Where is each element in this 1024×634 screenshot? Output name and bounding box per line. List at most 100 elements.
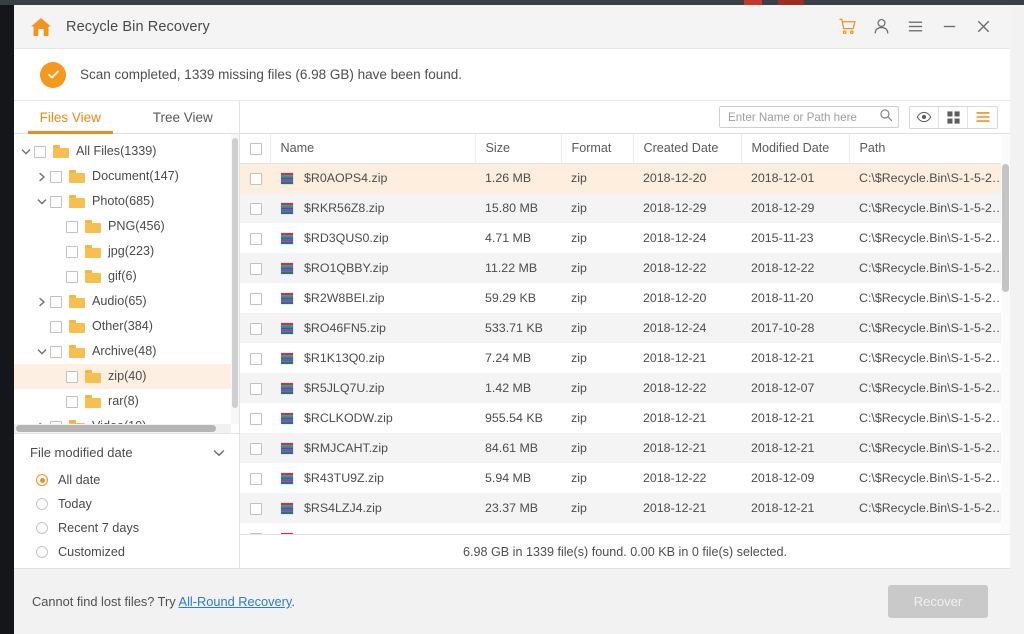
tab-tree-view[interactable]: Tree View	[127, 101, 240, 133]
column-header-format[interactable]: Format	[561, 134, 634, 164]
menu-icon[interactable]	[898, 10, 932, 44]
close-icon[interactable]	[966, 10, 1000, 44]
row-checkbox[interactable]	[250, 292, 262, 305]
row-select-cell[interactable]	[240, 493, 270, 523]
list-view-icon[interactable]	[968, 106, 997, 128]
filter-option-recent-7-days[interactable]: Recent 7 days	[14, 516, 239, 540]
row-select-cell[interactable]	[240, 283, 270, 313]
tree-vertical-scrollbar[interactable]	[231, 134, 239, 424]
tree-item-png[interactable]: PNG(456)	[14, 214, 239, 239]
tree-item-checkbox[interactable]	[50, 320, 62, 333]
table-row[interactable]: $RD3QUS0.zip 4.71 MB zip 2018-12-24 2015-11-…	[240, 223, 1010, 253]
row-checkbox[interactable]	[250, 202, 262, 215]
tree-horizontal-scroll-thumb[interactable]	[16, 425, 216, 432]
select-all-header[interactable]	[240, 134, 271, 164]
tab-files-view[interactable]: Files View	[14, 101, 127, 134]
tree-item-other[interactable]: Other(384)	[14, 314, 239, 339]
table-row[interactable]: $R5JLQ7U.zip 1.42 MB zip 2018-12-22 2018-12-…	[240, 373, 1010, 403]
tree-item-zip[interactable]: zip(40)	[14, 364, 239, 389]
tree-item-checkbox[interactable]	[66, 220, 78, 233]
minimize-icon[interactable]	[932, 10, 966, 44]
tree-item-rar[interactable]: rar(8)	[14, 389, 239, 414]
filter-option-today[interactable]: Today	[14, 492, 239, 516]
table-vertical-scroll-thumb[interactable]	[1002, 164, 1009, 292]
row-checkbox[interactable]	[250, 322, 262, 335]
tree-vertical-scroll-thumb[interactable]	[232, 138, 238, 408]
tree-item-checkbox[interactable]	[34, 145, 46, 158]
tree-item-checkbox[interactable]	[50, 345, 62, 358]
column-header-created[interactable]: Created Date	[633, 134, 742, 164]
row-select-cell[interactable]	[240, 403, 270, 433]
row-checkbox[interactable]	[250, 382, 262, 395]
tree-item-gif[interactable]: gif(6)	[14, 264, 239, 289]
row-checkbox[interactable]	[250, 532, 262, 534]
tree-item-photo[interactable]: Photo(685)	[14, 189, 239, 214]
tree-item-document[interactable]: Document(147)	[14, 164, 239, 189]
table-row[interactable]: $RO1QBBY.zip 11.22 MB zip 2018-12-22 2018-12…	[240, 253, 1010, 283]
search-input[interactable]	[728, 110, 879, 124]
row-checkbox[interactable]	[250, 442, 262, 455]
tree-twisty-icon[interactable]	[34, 348, 50, 356]
tree-item-checkbox[interactable]	[66, 245, 78, 258]
row-checkbox[interactable]	[250, 232, 262, 245]
tree-item-checkbox[interactable]	[66, 270, 78, 283]
filter-header[interactable]: File modified date	[14, 443, 239, 468]
row-select-cell[interactable]	[240, 253, 270, 283]
table-vertical-scrollbar[interactable]	[1001, 134, 1010, 534]
select-all-checkbox[interactable]	[250, 142, 262, 155]
row-checkbox[interactable]	[250, 502, 262, 515]
account-icon[interactable]	[864, 10, 898, 44]
filter-option-customized[interactable]: Customized	[14, 540, 239, 564]
table-row[interactable]: $R0AOPS4.zip 1.26 MB zip 2018-12-20 2018-12-…	[240, 163, 1010, 193]
row-select-cell[interactable]	[240, 373, 270, 403]
row-select-cell[interactable]	[240, 463, 270, 493]
chevron-down-icon[interactable]	[213, 445, 225, 460]
tree-twisty-icon[interactable]	[34, 172, 50, 182]
tree-item-checkbox[interactable]	[50, 295, 62, 308]
tree-twisty-icon[interactable]	[18, 148, 34, 156]
radio-icon[interactable]	[36, 498, 48, 510]
grid-view-icon[interactable]	[939, 106, 968, 128]
search-box[interactable]	[719, 106, 899, 128]
tree-twisty-icon[interactable]	[34, 297, 50, 307]
tree-item-checkbox[interactable]	[50, 170, 62, 183]
table-row[interactable]: $R2W8BEI.zip 59.29 KB zip 2018-12-20 2018-11…	[240, 283, 1010, 313]
radio-icon[interactable]	[36, 522, 48, 534]
column-header-size[interactable]: Size	[475, 134, 562, 164]
tree-item-archive[interactable]: Archive(48)	[14, 339, 239, 364]
cart-icon[interactable]	[830, 10, 864, 44]
tree-item-checkbox[interactable]	[66, 395, 78, 408]
row-checkbox[interactable]	[250, 412, 262, 425]
table-row[interactable]: $RCLKODW.zip 955.54 KB zip 2018-12-21 2018-1…	[240, 403, 1010, 433]
table-row[interactable]: $RMJCAHT.zip 84.61 MB zip 2018-12-21 2018-12…	[240, 433, 1010, 463]
table-row[interactable]: $R43TU9Z.zip 5.94 MB zip 2018-12-22 2018-12-…	[240, 463, 1010, 493]
column-header-path[interactable]: Path	[849, 134, 1010, 164]
preview-eye-icon[interactable]	[910, 106, 939, 128]
row-select-cell[interactable]	[240, 433, 270, 463]
row-select-cell[interactable]	[240, 223, 270, 253]
filter-option-all-date[interactable]: All date	[14, 468, 239, 492]
row-checkbox[interactable]	[250, 172, 262, 185]
tree-item-audio[interactable]: Audio(65)	[14, 289, 239, 314]
table-row[interactable]: $RKR56Z8.zip 15.80 MB zip 2018-12-29 2018-12…	[240, 193, 1010, 223]
all-round-recovery-link[interactable]: All-Round Recovery	[179, 594, 292, 609]
row-select-cell[interactable]	[240, 163, 270, 193]
tree-twisty-icon[interactable]	[34, 198, 50, 206]
recover-button[interactable]: Recover	[888, 585, 988, 618]
table-row[interactable]: $RS4LZJ4.zip 23.37 MB zip 2018-12-21 2018-12…	[240, 493, 1010, 523]
row-select-cell[interactable]	[240, 313, 270, 343]
tree-item-jpg[interactable]: jpg(223)	[14, 239, 239, 264]
search-icon[interactable]	[879, 108, 893, 127]
radio-icon[interactable]	[36, 546, 48, 558]
table-row[interactable]: $R1K13Q0.zip 7.24 MB zip 2018-12-21 2018-12-…	[240, 343, 1010, 373]
row-checkbox[interactable]	[250, 472, 262, 485]
home-icon[interactable]	[28, 14, 54, 40]
radio-icon[interactable]	[36, 474, 48, 486]
row-checkbox[interactable]	[250, 352, 262, 365]
row-select-cell[interactable]	[240, 523, 270, 534]
tree-horizontal-scrollbar[interactable]	[14, 424, 231, 433]
column-header-name[interactable]: Name	[270, 134, 476, 164]
tree-item-all files[interactable]: All Files(1339)	[14, 139, 239, 164]
column-header-modified[interactable]: Modified Date	[741, 134, 850, 164]
table-row[interactable]: $RO46FN5.zip 533.71 KB zip 2018-12-24 2017-1…	[240, 313, 1010, 343]
